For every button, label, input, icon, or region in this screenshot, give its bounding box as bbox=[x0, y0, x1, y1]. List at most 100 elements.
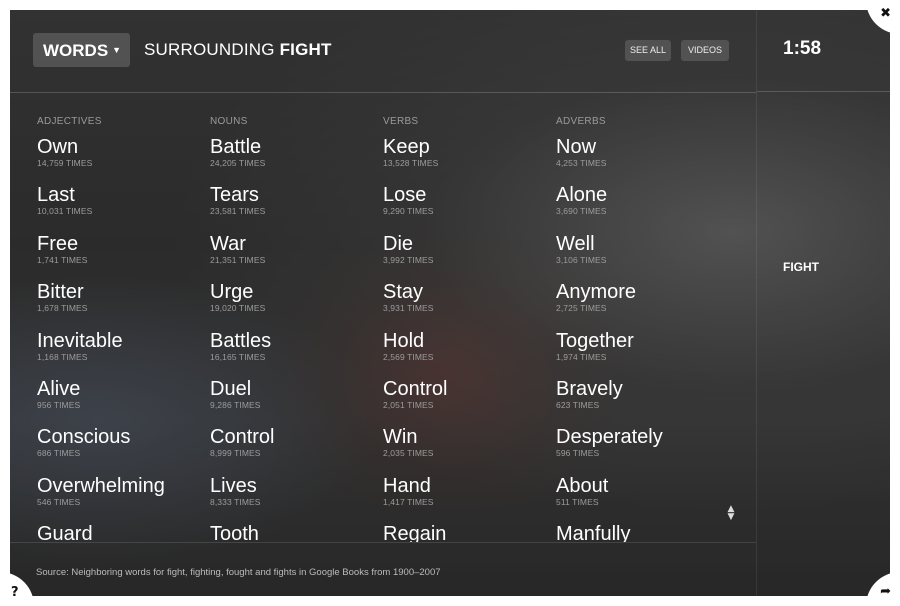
word-label[interactable]: Win bbox=[383, 426, 553, 448]
word-label[interactable]: Inevitable bbox=[37, 330, 207, 352]
word-entry[interactable]: Overwhelming 546 TIMES bbox=[37, 475, 207, 523]
word-count: 1,168 TIMES bbox=[37, 351, 88, 362]
word-count: 21,351 TIMES bbox=[210, 254, 266, 265]
word-columns[interactable]: ADJECTIVES Own 14,759 TIMES Last 10,031 TIME… bbox=[10, 102, 756, 542]
word-entry[interactable]: Win 2,035 TIMES bbox=[383, 426, 553, 474]
word-label[interactable]: Lives bbox=[210, 475, 380, 497]
word-entry[interactable]: Alive 956 TIMES bbox=[37, 378, 207, 426]
word-entry[interactable]: Stay 3,931 TIMES bbox=[383, 281, 553, 329]
current-word-link[interactable]: FIGHT bbox=[783, 260, 819, 274]
word-entry[interactable]: Own 14,759 TIMES bbox=[37, 136, 207, 184]
word-label[interactable]: Lose bbox=[383, 184, 553, 206]
word-entry[interactable]: Urge 19,020 TIMES bbox=[210, 281, 380, 329]
word-entry[interactable]: Lose 9,290 TIMES bbox=[383, 184, 553, 232]
column-heading: ADVERBS bbox=[556, 116, 606, 127]
word-label[interactable]: Battle bbox=[210, 136, 380, 158]
word-entry[interactable]: Lives 8,333 TIMES bbox=[210, 475, 380, 523]
word-count: 2,569 TIMES bbox=[383, 351, 434, 362]
word-entry[interactable]: Keep 13,528 TIMES bbox=[383, 136, 553, 184]
word-label[interactable]: Free bbox=[37, 233, 207, 255]
word-entry[interactable]: Control 8,999 TIMES bbox=[210, 426, 380, 474]
word-label[interactable]: Well bbox=[556, 233, 726, 255]
chevron-down-icon: ▼ bbox=[112, 45, 122, 55]
word-entry[interactable]: Desperately 596 TIMES bbox=[556, 426, 726, 474]
word-label[interactable]: Keep bbox=[383, 136, 553, 158]
word-label[interactable]: Control bbox=[383, 378, 553, 400]
word-label[interactable]: Overwhelming bbox=[37, 475, 207, 497]
word-label[interactable]: Duel bbox=[210, 378, 380, 400]
word-label[interactable]: Desperately bbox=[556, 426, 726, 448]
word-entry[interactable]: Hold 2,569 TIMES bbox=[383, 330, 553, 378]
word-label[interactable]: Manfully bbox=[556, 523, 726, 542]
word-label[interactable]: Alone bbox=[556, 184, 726, 206]
words-dropdown-label: WORDS bbox=[43, 41, 109, 60]
word-entry[interactable]: Die 3,992 TIMES bbox=[383, 233, 553, 281]
word-entry[interactable]: Control 2,051 TIMES bbox=[383, 378, 553, 426]
word-label[interactable]: Together bbox=[556, 330, 726, 352]
title-prefix: SURROUNDING bbox=[144, 40, 275, 59]
word-entry[interactable]: Free 1,741 TIMES bbox=[37, 233, 207, 281]
word-count: 3,690 TIMES bbox=[556, 206, 607, 217]
word-label[interactable]: Regain bbox=[383, 523, 553, 542]
word-label[interactable]: About bbox=[556, 475, 726, 497]
word-label[interactable]: Anymore bbox=[556, 281, 726, 303]
word-label[interactable]: Tears bbox=[210, 184, 380, 206]
word-entry[interactable]: Inevitable 1,168 TIMES bbox=[37, 330, 207, 378]
word-label[interactable]: Tooth bbox=[210, 523, 380, 542]
word-entry[interactable]: Manfully bbox=[556, 523, 726, 542]
word-entry[interactable]: Bitter 1,678 TIMES bbox=[37, 281, 207, 329]
word-label[interactable]: Die bbox=[383, 233, 553, 255]
word-count: 3,931 TIMES bbox=[383, 303, 434, 314]
word-count: 1,974 TIMES bbox=[556, 351, 607, 362]
word-label[interactable]: Bravely bbox=[556, 378, 726, 400]
word-label[interactable]: Control bbox=[210, 426, 380, 448]
scroll-arrows-icon[interactable]: ▲ ▼ bbox=[725, 505, 737, 522]
sidebar: 1:58 FIGHT bbox=[756, 10, 891, 596]
column-heading: VERBS bbox=[383, 116, 419, 127]
word-label[interactable]: Own bbox=[37, 136, 207, 158]
see-all-button[interactable]: SEE ALL bbox=[625, 40, 671, 61]
close-icon: ✖ bbox=[880, 6, 891, 21]
word-entry[interactable]: Alone 3,690 TIMES bbox=[556, 184, 726, 232]
word-entry[interactable]: Last 10,031 TIMES bbox=[37, 184, 207, 232]
videos-button[interactable]: VIDEOS bbox=[681, 40, 729, 61]
words-dropdown-button[interactable]: WORDS ▼ bbox=[33, 33, 130, 67]
word-label[interactable]: Battles bbox=[210, 330, 380, 352]
word-entry[interactable]: About 511 TIMES bbox=[556, 475, 726, 523]
word-label[interactable]: Bitter bbox=[37, 281, 207, 303]
word-entry[interactable]: Bravely 623 TIMES bbox=[556, 378, 726, 426]
words-panel: WORDS ▼ SURROUNDING FIGHT SEE ALL VIDEOS … bbox=[10, 10, 756, 596]
word-entry[interactable]: Battle 24,205 TIMES bbox=[210, 136, 380, 184]
word-label[interactable]: Conscious bbox=[37, 426, 207, 448]
word-entry[interactable]: Anymore 2,725 TIMES bbox=[556, 281, 726, 329]
word-count: 16,165 TIMES bbox=[210, 351, 266, 362]
word-entry[interactable]: Guard bbox=[37, 523, 207, 542]
word-entry[interactable]: Together 1,974 TIMES bbox=[556, 330, 726, 378]
word-entry[interactable]: Well 3,106 TIMES bbox=[556, 233, 726, 281]
word-entry[interactable]: Battles 16,165 TIMES bbox=[210, 330, 380, 378]
word-label[interactable]: Urge bbox=[210, 281, 380, 303]
panel-footer: Source: Neighboring words for fight, fig… bbox=[10, 542, 756, 597]
word-count: 9,290 TIMES bbox=[383, 206, 434, 217]
word-column: ADVERBS Now 4,253 TIMES Alone 3,690 TIMES Wel… bbox=[556, 116, 726, 542]
word-entry[interactable]: Now 4,253 TIMES bbox=[556, 136, 726, 184]
word-entry[interactable]: Conscious 686 TIMES bbox=[37, 426, 207, 474]
word-entry[interactable]: Hand 1,417 TIMES bbox=[383, 475, 553, 523]
word-entry[interactable]: Regain bbox=[383, 523, 553, 542]
word-count: 8,333 TIMES bbox=[210, 496, 261, 507]
word-entry[interactable]: Tears 23,581 TIMES bbox=[210, 184, 380, 232]
word-entry[interactable]: Tooth bbox=[210, 523, 380, 542]
word-label[interactable]: Hold bbox=[383, 330, 553, 352]
word-count: 3,992 TIMES bbox=[383, 254, 434, 265]
word-column: ADJECTIVES Own 14,759 TIMES Last 10,031 TIME… bbox=[37, 116, 207, 542]
word-label[interactable]: Alive bbox=[37, 378, 207, 400]
word-label[interactable]: Hand bbox=[383, 475, 553, 497]
word-entry[interactable]: War 21,351 TIMES bbox=[210, 233, 380, 281]
word-entry[interactable]: Duel 9,286 TIMES bbox=[210, 378, 380, 426]
word-label[interactable]: Stay bbox=[383, 281, 553, 303]
word-label[interactable]: War bbox=[210, 233, 380, 255]
word-label[interactable]: Last bbox=[37, 184, 207, 206]
word-count: 546 TIMES bbox=[37, 496, 81, 507]
word-label[interactable]: Guard bbox=[37, 523, 207, 542]
word-label[interactable]: Now bbox=[556, 136, 726, 158]
